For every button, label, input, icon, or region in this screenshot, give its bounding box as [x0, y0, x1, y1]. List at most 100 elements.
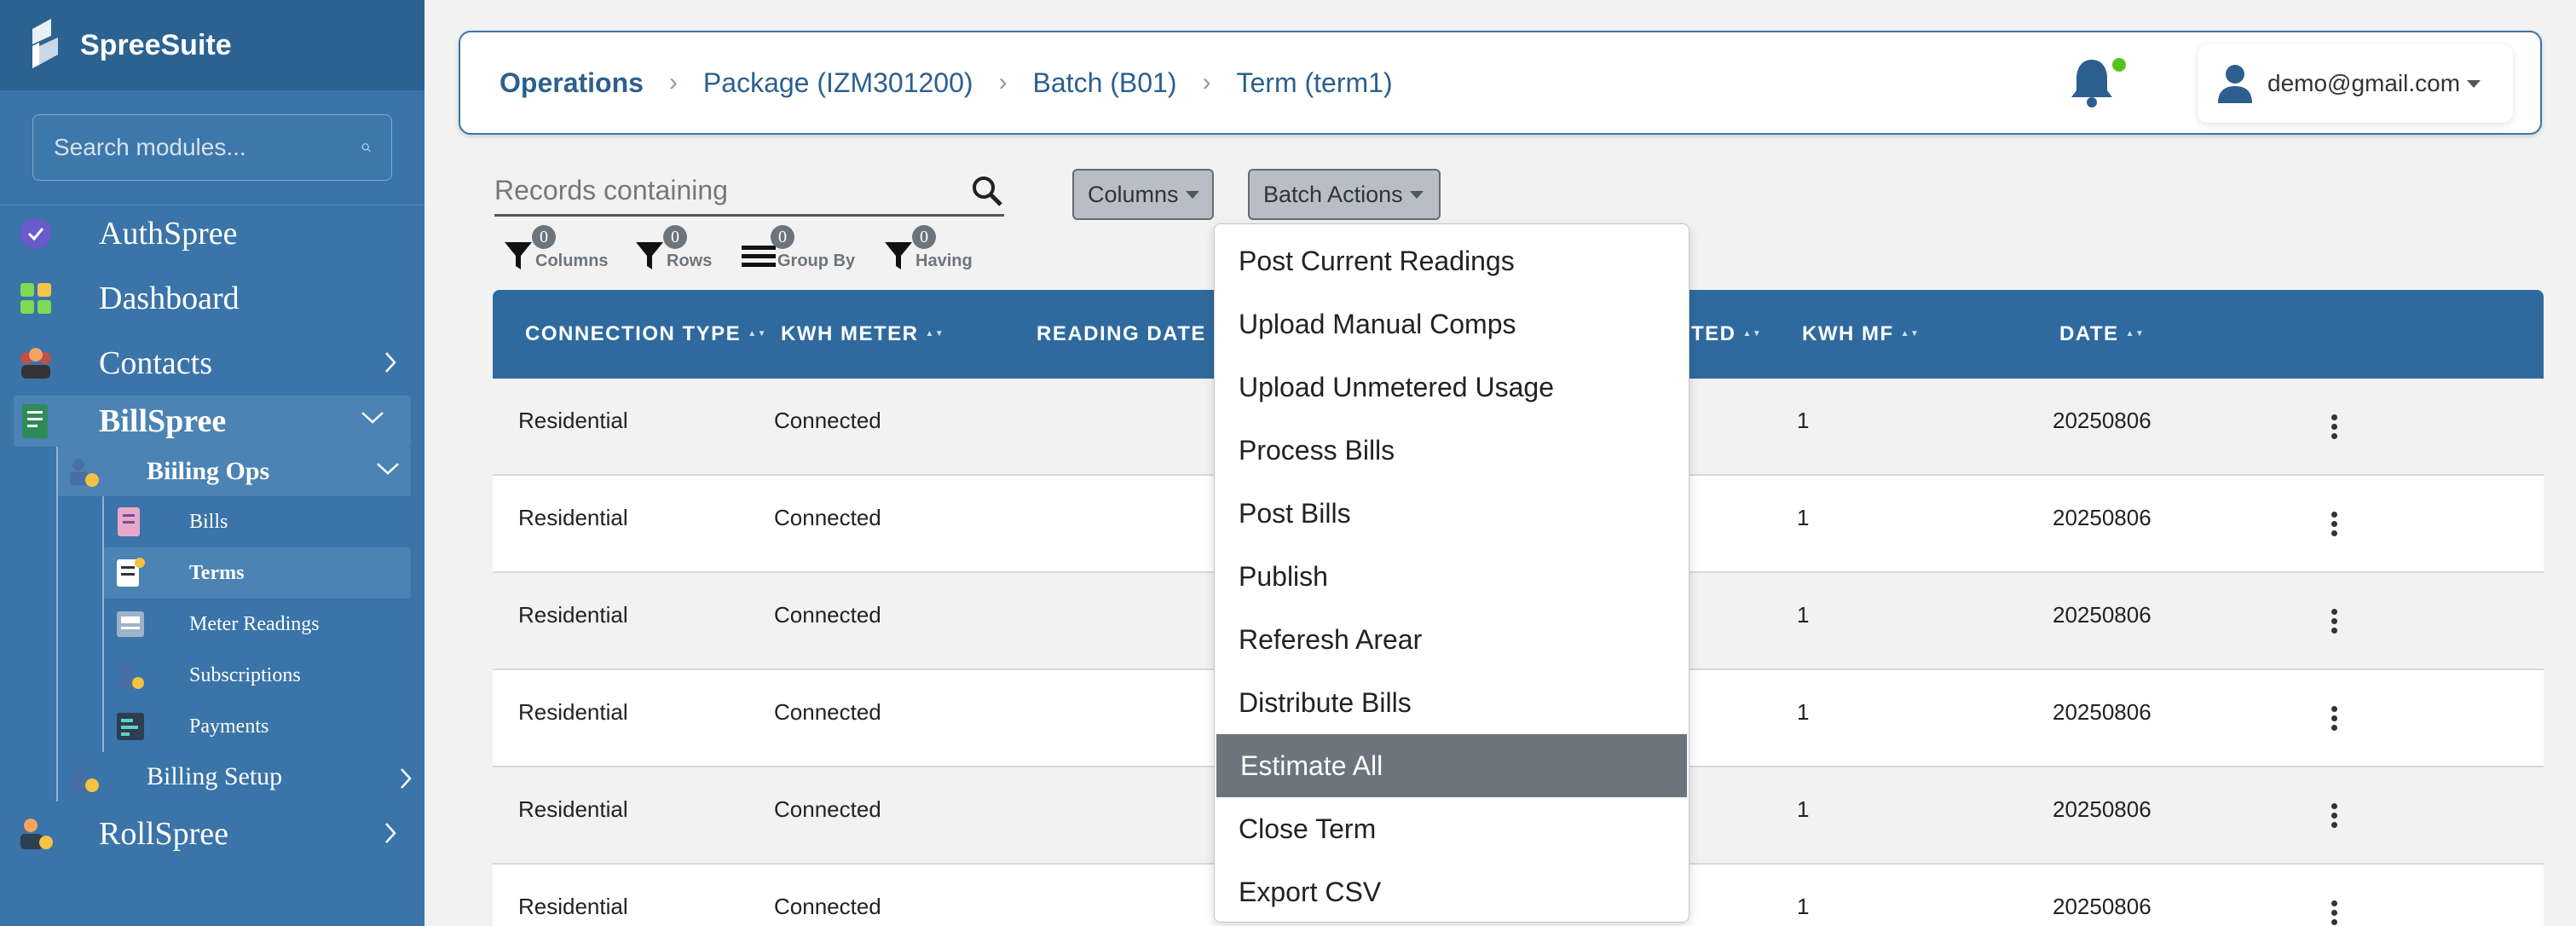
column-header-kwh-meter[interactable]: KWH METER ▲▼: [781, 322, 944, 346]
nav-item-dashboard[interactable]: Dashboard: [0, 266, 425, 331]
menu-item-distribute-bills[interactable]: Distribute Bills: [1215, 671, 1689, 734]
contacts-icon: [15, 343, 56, 384]
column-header-ted[interactable]: TED ▲▼: [1691, 322, 1762, 346]
search-icon[interactable]: [361, 136, 371, 159]
column-header-label: READING DATE: [1037, 322, 1206, 345]
batch-actions-menu: Post Current Readings Upload Manual Comp…: [1214, 223, 1689, 923]
menu-item-upload-manual-comps[interactable]: Upload Manual Comps: [1215, 292, 1689, 356]
sort-icon: ▲▼: [1742, 329, 1763, 339]
nav-label: Billing Setup: [147, 762, 283, 790]
menu-item-estimate-all[interactable]: Estimate All: [1216, 734, 1687, 797]
nav-label: Dashboard: [99, 281, 240, 316]
column-header-label: KWH MF: [1802, 322, 1894, 345]
billing-ops-icon: [65, 453, 102, 490]
count-badge: 0: [771, 225, 794, 249]
filter-icon: [505, 242, 532, 269]
brand[interactable]: SpreeSuite: [0, 0, 425, 90]
breadcrumb-package[interactable]: Package (IZM301200): [703, 67, 973, 99]
filter-label: Group By: [777, 252, 856, 270]
column-header-kwh-mf[interactable]: KWH MF ▲▼: [1802, 322, 1920, 346]
subscriptions-icon: [113, 657, 148, 693]
records-search-input[interactable]: [494, 175, 970, 206]
chevron-right-icon[interactable]: [397, 766, 414, 791]
breadcrumb-batch[interactable]: Batch (B01): [1033, 67, 1177, 99]
cell-kwh-meter: Connected: [774, 408, 881, 433]
chevron-right-icon[interactable]: [382, 820, 399, 846]
rows-filter[interactable]: 0 Rows: [634, 225, 723, 273]
module-search-input[interactable]: [54, 134, 361, 161]
row-actions-kebab-icon[interactable]: [2331, 609, 2337, 634]
module-search: [0, 90, 425, 205]
cell-date: 20250806: [2053, 699, 2151, 725]
row-actions-kebab-icon[interactable]: [2331, 706, 2337, 731]
menu-item-post-current-readings[interactable]: Post Current Readings: [1215, 229, 1689, 292]
menu-item-export-csv[interactable]: Export CSV: [1215, 860, 1689, 923]
nav-label: Bills: [189, 510, 228, 533]
records-search: [494, 167, 1004, 217]
nav-item-subscriptions[interactable]: Subscriptions: [104, 650, 425, 701]
chevron-right-icon: ›: [998, 68, 1008, 96]
search-icon[interactable]: [970, 174, 1004, 208]
nav-item-payments[interactable]: Payments: [104, 701, 425, 752]
menu-item-upload-unmetered-usage[interactable]: Upload Unmetered Usage: [1215, 356, 1689, 419]
cell-date: 20250806: [2053, 505, 2151, 530]
nav-label: BillSpree: [99, 403, 227, 439]
chevron-down-icon[interactable]: [360, 409, 385, 426]
batch-actions-button-label: Batch Actions: [1263, 181, 1403, 207]
cell-connection-type: Residential: [518, 699, 628, 725]
menu-item-process-bills[interactable]: Process Bills: [1215, 419, 1689, 482]
cell-kwh-meter: Connected: [774, 699, 881, 725]
billing-ops-submenu: Bills Terms Meter Readings Subscriptions…: [102, 496, 425, 752]
nav-item-contacts[interactable]: Contacts: [0, 331, 425, 396]
sort-icon: ▲▼: [748, 329, 767, 339]
notifications-button[interactable]: [2068, 56, 2126, 113]
filter-label: Columns: [535, 252, 609, 270]
nav-item-billing-ops[interactable]: Biiling Ops: [58, 447, 411, 496]
nav-item-authspree[interactable]: AuthSpree: [0, 201, 425, 266]
nav-item-meter-readings[interactable]: Meter Readings: [104, 599, 425, 650]
notification-dot: [2112, 58, 2126, 72]
nav-item-billspree[interactable]: BillSpree: [14, 396, 411, 447]
cell-date: 20250806: [2053, 894, 2151, 919]
user-menu[interactable]: demo@gmail.com: [2198, 44, 2513, 123]
rollspree-icon: [15, 813, 56, 854]
chevron-right-icon[interactable]: [382, 350, 399, 375]
nav-item-bills[interactable]: Bills: [104, 496, 425, 547]
module-search-box: [32, 114, 392, 181]
chevron-right-icon: ›: [668, 68, 678, 96]
user-icon: [2218, 65, 2252, 103]
cell-date: 20250806: [2053, 602, 2151, 628]
filter-icon: [636, 242, 663, 269]
breadcrumb-term[interactable]: Term (term1): [1237, 67, 1393, 99]
menu-item-close-term[interactable]: Close Term: [1215, 797, 1689, 860]
group-by-filter[interactable]: 0 Group By: [742, 225, 864, 273]
menu-item-referesh-arear[interactable]: Referesh Arear: [1215, 608, 1689, 671]
columns-dropdown-button[interactable]: Columns: [1072, 169, 1214, 220]
row-actions-kebab-icon[interactable]: [2331, 512, 2337, 536]
cell-date: 20250806: [2053, 796, 2151, 822]
chevron-down-icon[interactable]: [375, 460, 401, 477]
menu-item-post-bills[interactable]: Post Bills: [1215, 482, 1689, 545]
filter-icon: [885, 242, 912, 269]
column-header-label: TED: [1691, 322, 1736, 345]
column-header-reading-date[interactable]: READING DATE▲▼: [1037, 322, 1233, 346]
payments-icon: [113, 709, 148, 744]
menu-item-publish[interactable]: Publish: [1215, 545, 1689, 608]
nav-label: Contacts: [99, 345, 212, 381]
group-by-icon: [742, 246, 776, 267]
cell-connection-type: Residential: [518, 505, 628, 530]
bell-icon: [2071, 60, 2112, 107]
columns-filter[interactable]: 0 Columns: [503, 225, 615, 273]
batch-actions-dropdown-button[interactable]: Batch Actions: [1248, 169, 1441, 220]
row-actions-kebab-icon[interactable]: [2331, 900, 2337, 925]
row-actions-kebab-icon[interactable]: [2331, 414, 2337, 439]
column-header-date[interactable]: DATE ▲▼: [2059, 322, 2145, 346]
nav-item-billing-setup[interactable]: Billing Setup: [58, 752, 425, 802]
row-actions-kebab-icon[interactable]: [2331, 803, 2337, 828]
column-header-connection-type[interactable]: CONNECTION TYPE ▲▼: [525, 322, 767, 346]
meter-readings-icon: [113, 606, 148, 642]
nav-item-terms[interactable]: Terms: [104, 547, 411, 599]
nav-item-rollspree[interactable]: RollSpree: [0, 802, 425, 866]
breadcrumb-operations[interactable]: Operations: [500, 67, 644, 99]
having-filter[interactable]: 0 Having: [883, 225, 985, 273]
